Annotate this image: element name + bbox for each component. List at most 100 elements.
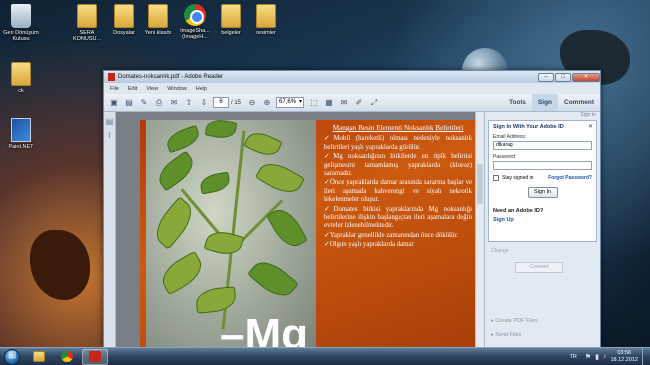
start-button[interactable] [4,348,20,365]
minimize-button[interactable]: – [538,72,554,82]
show-desktop-button[interactable] [642,348,650,365]
create-pdf-icon[interactable]: ▣ [108,97,120,109]
send-files-section[interactable]: Send Files [491,332,521,338]
tab-tools[interactable]: Tools [503,94,532,111]
taskbar-adobe-reader[interactable] [82,348,108,365]
scrollbar-thumb[interactable] [477,164,483,204]
taskbar-chrome[interactable] [54,349,80,365]
vertical-scrollbar[interactable] [475,112,484,348]
bullet: ✓Yapraklar genellikle zamanından önce dö… [324,231,458,239]
attachments-icon[interactable]: ⌇ [105,131,114,140]
adobe-reader-icon [89,351,101,362]
next-page-icon[interactable]: ⇩ [198,97,210,109]
page-total: / 15 [231,99,242,106]
sign-pane: Sign In Sign In With Your Adobe ID ✕ Ema… [484,112,600,348]
close-button[interactable]: ✕ [572,72,600,82]
stay-signed-in-label: Stay signed in [502,175,534,181]
bullet: ✓Önce yapraklarda damar arasında sararma… [324,179,472,204]
mg-label: –Mg [220,310,308,348]
document-area[interactable]: –Mg Mangan Besin Elementi Noksanlık Beli… [116,112,484,348]
tab-sign[interactable]: Sign [531,94,559,111]
tab-comment[interactable]: Comment [558,94,600,111]
menu-edit[interactable]: Edit [128,86,137,92]
adobe-reader-window: Domates-noksanlık.pdf - Adobe Reader – □… [103,70,601,348]
volume-icon[interactable]: ♪ [603,353,607,360]
email-field[interactable]: dtkarag [493,141,592,150]
highlight-icon[interactable]: ✐ [353,97,365,109]
stay-signed-in-checkbox[interactable] [493,175,499,181]
date: 18.12.2012 [610,356,638,363]
comment-icon[interactable]: ✉ [338,97,350,109]
create-pdf-files-section[interactable]: Create PDF Files [491,318,537,324]
need-adobe-id: Need an Adobe ID? [493,208,544,214]
open-icon[interactable]: ▤ [123,97,135,109]
folder-icon [148,4,168,28]
menu-window[interactable]: Window [167,86,187,92]
desktop-icon-paintnet[interactable]: Paint.NET [0,118,42,150]
email-icon[interactable]: ✉ [168,97,180,109]
language-indicator[interactable]: TR [569,354,576,360]
paintnet-icon [11,118,31,142]
zoom-select[interactable]: 67,6% [276,97,305,108]
bullet: ✓Domates bitkisi yapraklarında Mg noksan… [324,205,472,230]
folder-icon [33,351,45,362]
sign-in-title: Sign In With Your Adobe ID [493,124,564,130]
change-label: Change [491,248,509,254]
desktop-icon-resimler[interactable]: resimler [245,4,287,36]
recycle-bin-icon [11,4,31,28]
flag-icon[interactable]: ⚑ [585,353,591,361]
maximize-button[interactable]: □ [555,72,571,82]
expand-icon[interactable]: ⤢ [368,97,380,109]
prev-page-icon[interactable]: ⇧ [183,97,195,109]
page-heading: Mangan Besin Elementi Noksanlık Belirtil… [332,124,464,132]
desktop-icon-yeni-klasor[interactable]: Yeni klasör [137,4,179,36]
email-label: Email Address: [493,134,527,140]
bullet: ✓Olgun yaşlı yapraklarda damar [324,241,414,249]
sign-up-link[interactable]: Sign Up [493,217,592,223]
clock[interactable]: 03:56 18.12.2012 [610,350,638,363]
taskbar: TR ⚑ ▮ ♪ 03:56 18.12.2012 [0,347,650,365]
sign-in-button[interactable]: Sign In [527,187,558,198]
bullet: ✓Mg noksanlığının bitkilerde en tipik be… [324,153,472,178]
toolbar: ▣ ▤ ✎ ⎙ ✉ ⇧ ⇩ 6 / 15 ⊖ ⊕ 67,6% ⬚ ▦ ✉ ✐ ⤢… [104,94,600,112]
desktop-icon-recycle-bin[interactable]: Geri Dönüşüm Kutusu [0,4,42,42]
pages-icon[interactable]: ▤ [105,117,114,126]
sign-in-link[interactable]: Sign In [485,112,600,120]
menu-bar: File Edit View Window Help [104,83,600,94]
menu-help[interactable]: Help [196,86,207,92]
window-title: Domates-noksanlık.pdf - Adobe Reader [118,74,224,80]
content-area: ▤ ⌇ –Mg Mangan Besin Elementi Noksanlık … [104,112,600,348]
close-icon[interactable]: ✕ [588,123,593,130]
folder-icon [256,4,276,28]
taskbar-explorer[interactable] [26,349,52,365]
convert-button[interactable]: Convert [515,262,563,273]
folder-icon [11,62,31,86]
fit-page-icon[interactable]: ▦ [323,97,335,109]
asteroid [30,230,90,300]
title-bar[interactable]: Domates-noksanlık.pdf - Adobe Reader – □… [104,71,600,83]
page-number-input[interactable]: 6 [213,97,229,108]
zoom-in-icon[interactable]: ⊕ [261,97,273,109]
pdf-icon [108,73,115,81]
tomato-plant-photo: –Mg [146,120,316,348]
page-text: Mangan Besin Elementi Noksanlık Belirtil… [324,124,472,251]
chrome-icon [61,351,73,362]
system-tray: TR ⚑ ▮ ♪ 03:56 18.12.2012 [569,348,650,365]
navigation-pane: ▤ ⌇ [104,112,116,348]
folder-icon [221,4,241,28]
menu-file[interactable]: File [110,86,119,92]
edit-icon[interactable]: ✎ [138,97,150,109]
fit-width-icon[interactable]: ⬚ [308,97,320,109]
chrome-icon [184,4,206,26]
desktop-icon-sera[interactable]: SERA KONUSU... [66,4,108,42]
desktop-icon-ck[interactable]: ck [0,62,42,94]
forgot-password-link[interactable]: Forgot Password? [548,175,592,181]
folder-icon [114,4,134,28]
folder-icon [77,4,97,28]
print-icon[interactable]: ⎙ [153,97,165,109]
menu-view[interactable]: View [146,86,158,92]
network-icon[interactable]: ▮ [595,353,599,361]
pdf-page: –Mg Mangan Besin Elementi Noksanlık Beli… [140,120,480,348]
zoom-out-icon[interactable]: ⊖ [246,97,258,109]
password-field[interactable] [493,161,592,170]
